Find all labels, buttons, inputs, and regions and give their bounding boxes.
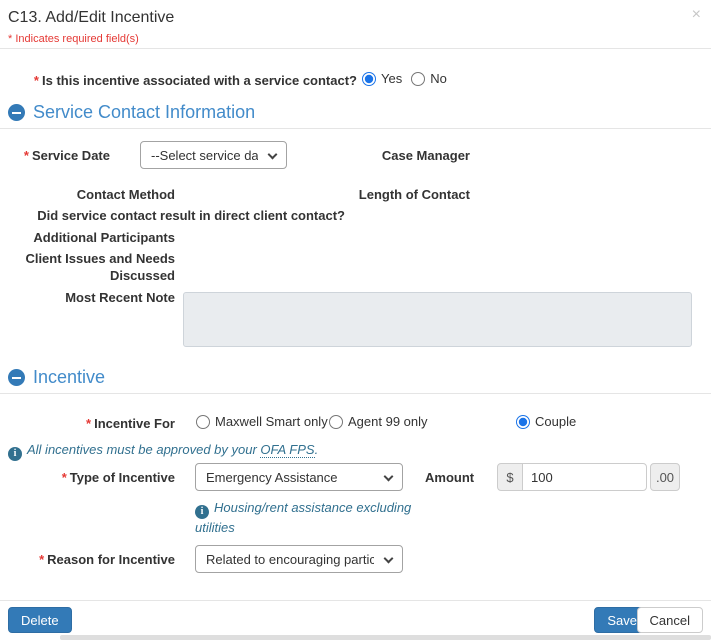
dialog-title: C13. Add/Edit Incentive [8, 9, 174, 27]
length-of-contact-label: Length of Contact [355, 187, 470, 202]
client-issues-label: Client Issues and Needs Discussed [0, 250, 175, 284]
amount-input[interactable] [522, 463, 647, 491]
section-title: Service Contact Information [33, 102, 255, 123]
divider [0, 48, 711, 49]
incentive-section-header[interactable]: Incentive [8, 367, 105, 388]
service-contact-section-header[interactable]: Service Contact Information [8, 102, 255, 123]
section-title: Incentive [33, 367, 105, 388]
direct-contact-label: Did service contact result in direct cli… [0, 208, 345, 223]
chevron-down-icon [268, 150, 278, 160]
reason-for-incentive-value: Related to encouraging participation [206, 552, 374, 567]
agent-99-only-label[interactable]: Agent 99 only [348, 414, 428, 429]
case-manager-label: Case Manager [355, 148, 470, 163]
association-yes-radio[interactable] [362, 72, 376, 86]
association-question-label: *Is this incentive associated with a ser… [0, 73, 357, 88]
cancel-button[interactable]: Cancel [637, 607, 703, 633]
required-asterisk: * [62, 470, 67, 485]
amount-label: Amount [425, 470, 493, 485]
type-help-note: iHousing/rent assistance excluding utili… [195, 499, 417, 537]
required-asterisk: * [34, 73, 39, 88]
collapse-icon[interactable] [8, 369, 25, 386]
required-asterisk: * [39, 552, 44, 567]
horizontal-scrollbar[interactable] [60, 635, 711, 640]
type-of-incentive-value: Emergency Assistance [206, 470, 338, 485]
agent-99-only-radio[interactable] [329, 415, 343, 429]
additional-participants-label: Additional Participants [0, 230, 175, 245]
divider [0, 393, 711, 394]
add-edit-incentive-dialog: C13. Add/Edit Incentive × * Indicates re… [0, 0, 711, 640]
divider [0, 600, 711, 601]
service-date-value: --Select service date [151, 148, 258, 163]
most-recent-note-label: Most Recent Note [0, 290, 175, 305]
maxwell-smart-only-radio[interactable] [196, 415, 210, 429]
association-no-label[interactable]: No [430, 71, 447, 86]
required-asterisk: * [24, 148, 29, 163]
service-date-label: *Service Date [0, 148, 110, 163]
couple-radio[interactable] [516, 415, 530, 429]
ofa-fps-abbr[interactable]: OFA FPS [260, 442, 314, 458]
delete-button[interactable]: Delete [8, 607, 72, 633]
info-icon: i [8, 447, 22, 461]
service-date-select[interactable]: --Select service date [140, 141, 287, 169]
association-no-radio[interactable] [411, 72, 425, 86]
type-of-incentive-label: *Type of Incentive [0, 470, 175, 485]
reason-for-incentive-label: *Reason for Incentive [0, 552, 175, 567]
required-asterisk: * [86, 416, 91, 431]
association-yes-label[interactable]: Yes [381, 71, 402, 86]
close-icon[interactable]: × [692, 7, 701, 23]
incentive-for-option-3: Couple [516, 414, 576, 429]
info-icon: i [195, 505, 209, 519]
most-recent-note-textarea [183, 292, 692, 347]
chevron-down-icon [384, 554, 394, 564]
maxwell-smart-only-label[interactable]: Maxwell Smart only [215, 414, 328, 429]
divider [0, 128, 711, 129]
type-of-incentive-select[interactable]: Emergency Assistance [195, 463, 403, 491]
incentive-for-option-2: Agent 99 only [329, 414, 428, 429]
chevron-down-icon [384, 472, 394, 482]
couple-label[interactable]: Couple [535, 414, 576, 429]
amount-currency-addon: $ [497, 463, 523, 491]
required-fields-note: * Indicates required field(s) [8, 33, 139, 45]
incentive-for-label: *Incentive For [0, 416, 175, 431]
contact-method-label: Contact Method [0, 187, 175, 202]
amount-cents-addon: .00 [650, 463, 680, 491]
collapse-icon[interactable] [8, 104, 25, 121]
association-radio-group: Yes No [362, 71, 447, 86]
incentive-for-option-1: Maxwell Smart only [196, 414, 328, 429]
reason-for-incentive-select[interactable]: Related to encouraging participation [195, 545, 403, 573]
approval-note: iAll incentives must be approved by your… [8, 441, 318, 461]
